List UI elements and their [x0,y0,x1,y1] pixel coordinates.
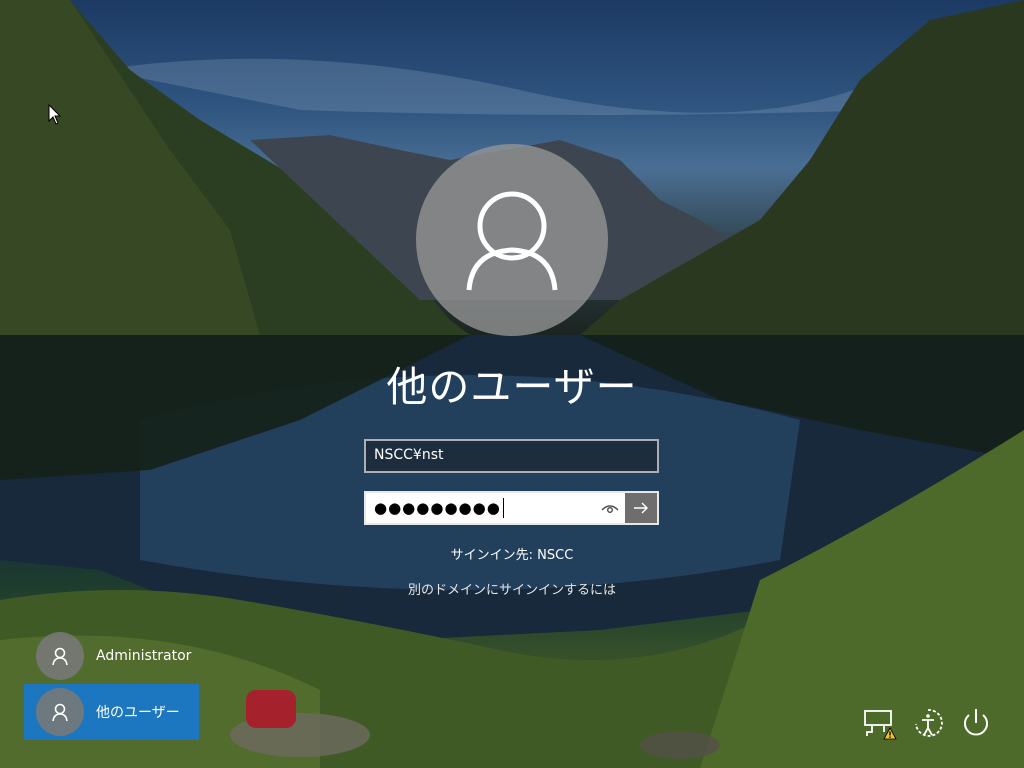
ease-of-access-icon[interactable] [910,704,946,744]
password-mask: ●●●●●●●●● [374,499,501,517]
mouse-cursor-icon [48,104,62,125]
user-list: Administrator 他のユーザー [24,628,199,740]
user-tile-label: 他のユーザー [96,705,180,721]
username-input[interactable]: NSCC¥nst [364,439,659,473]
power-icon[interactable] [958,704,994,744]
user-tile-administrator[interactable]: Administrator [24,628,199,684]
other-domain-link[interactable]: 別のドメインにサインインするには [312,579,712,598]
eye-icon [601,505,619,513]
password-input[interactable]: ●●●●●●●●● [366,493,595,523]
system-tray [862,704,992,744]
user-tile-other-user[interactable]: 他のユーザー [24,684,199,740]
text-caret [502,498,504,518]
user-avatar-icon [36,688,84,736]
user-silhouette-icon [466,191,558,291]
submit-button[interactable] [625,493,657,523]
username-heading: 他のユーザー [386,363,638,411]
arrow-right-icon [634,502,648,514]
password-field[interactable]: ●●●●●●●●● [364,491,659,525]
user-tile-label: Administrator [96,648,192,664]
user-avatar [416,144,608,336]
user-avatar-icon [36,632,84,680]
signin-domain-text: サインイン先: NSCC [450,548,574,563]
reveal-password-button[interactable] [595,493,625,523]
network-warning-icon[interactable] [862,704,898,744]
